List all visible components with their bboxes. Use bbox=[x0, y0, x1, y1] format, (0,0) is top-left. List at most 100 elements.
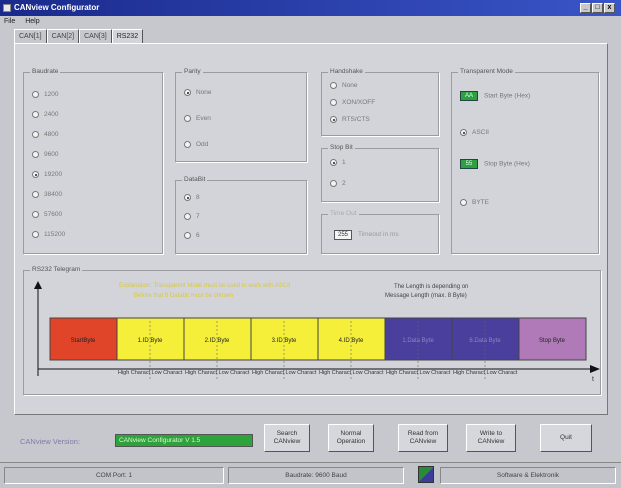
radio-selected-icon bbox=[184, 194, 191, 201]
tab-rs232[interactable]: RS232 bbox=[111, 29, 144, 44]
baud-option-19200[interactable]: 19200 bbox=[32, 171, 62, 178]
write-to-canview-button[interactable]: Write to CANview bbox=[466, 424, 516, 452]
rs232-panel: Baudrate 1200 2400 4800 9600 19200 38400… bbox=[14, 43, 608, 415]
timeout-input[interactable]: 255 bbox=[334, 230, 352, 240]
baud-option-9600[interactable]: 9600 bbox=[32, 151, 58, 158]
radio-icon bbox=[330, 180, 337, 187]
close-button[interactable]: x bbox=[604, 3, 615, 13]
nibble-high-label: High Charact bbox=[319, 370, 352, 376]
read-from-canview-button[interactable]: Read from CANview bbox=[398, 424, 448, 452]
timeout-title: Time Out bbox=[328, 210, 359, 217]
baud-option-4800[interactable]: 4800 bbox=[32, 131, 58, 138]
block-id-byte-3-label: 3.ID Byte bbox=[272, 338, 297, 344]
menu-file[interactable]: File bbox=[4, 18, 15, 25]
nibble-high-label: High Charact bbox=[453, 370, 486, 376]
radio-selected-icon bbox=[32, 171, 39, 178]
status-bar: COM Port: 1 Baudrate: 9600 Baud Software… bbox=[0, 462, 621, 488]
telegram-note-left-2: Before that 8 Databit must be chosen bbox=[134, 293, 233, 299]
maximize-button[interactable]: □ bbox=[592, 3, 603, 13]
stop-byte-label: Stop Byte (Hex) bbox=[484, 160, 530, 168]
radio-icon bbox=[460, 199, 467, 206]
handshake-option-rts-cts[interactable]: RTS/CTS bbox=[330, 116, 370, 123]
block-start-byte-label: StartByte bbox=[71, 338, 96, 344]
stopbit-option-1[interactable]: 1 bbox=[330, 159, 346, 166]
radio-icon bbox=[32, 91, 39, 98]
block-stop-byte-label: Stop Byte bbox=[539, 338, 566, 344]
telegram-note-right-2: Message Length (max. 8 Byte) bbox=[385, 293, 467, 299]
time-axis-label: t bbox=[592, 376, 594, 383]
baud-option-115200[interactable]: 115200 bbox=[32, 231, 65, 238]
radio-icon bbox=[184, 115, 191, 122]
databit-title: DataBit bbox=[182, 176, 208, 183]
nibble-high-label: High Charact bbox=[118, 370, 151, 376]
start-byte-input[interactable]: AA bbox=[460, 91, 478, 101]
block-id-byte-4-label: 4.ID Byte bbox=[339, 338, 364, 344]
nibble-low-label: Low Charact bbox=[487, 370, 518, 376]
block-data-byte-8-label: 8.Data Byte bbox=[469, 338, 501, 344]
window-title: CANview Configurator bbox=[14, 3, 100, 12]
radio-icon bbox=[184, 141, 191, 148]
stop-byte-input[interactable]: 55 bbox=[460, 159, 478, 169]
radio-icon bbox=[184, 213, 191, 220]
parity-option-odd[interactable]: Odd bbox=[184, 141, 208, 148]
y-axis-arrow-icon bbox=[34, 281, 42, 289]
parity-option-none[interactable]: None bbox=[184, 89, 212, 96]
databit-option-7[interactable]: 7 bbox=[184, 213, 200, 220]
radio-icon bbox=[330, 82, 337, 89]
normal-operation-button[interactable]: Normal Operation bbox=[328, 424, 374, 452]
radio-icon bbox=[32, 131, 39, 138]
baud-option-2400[interactable]: 2400 bbox=[32, 111, 58, 118]
baud-option-1200[interactable]: 1200 bbox=[32, 91, 58, 98]
status-baudrate: Baudrate: 9600 Baud bbox=[228, 467, 404, 484]
nibble-low-label: Low Charact bbox=[353, 370, 384, 376]
block-id-byte-1-label: 1.ID Byte bbox=[138, 338, 163, 344]
start-byte-label: Start Byte (Hex) bbox=[484, 92, 531, 100]
start-byte-row: AA Start Byte (Hex) bbox=[460, 91, 530, 101]
databit-option-6[interactable]: 6 bbox=[184, 232, 200, 239]
status-com-port: COM Port: 1 bbox=[4, 467, 224, 484]
radio-icon bbox=[184, 232, 191, 239]
timeout-label: Timeout in ms bbox=[358, 231, 399, 238]
radio-selected-icon bbox=[184, 89, 191, 96]
radio-icon bbox=[32, 111, 39, 118]
stopbit-option-2[interactable]: 2 bbox=[330, 180, 346, 187]
nibble-high-label: High Charact bbox=[252, 370, 285, 376]
telegram-group: RS232 Telegram t Explanation: Transparen… bbox=[23, 266, 601, 395]
tab-can1[interactable]: CAN[1] bbox=[14, 29, 47, 43]
menu-help[interactable]: Help bbox=[25, 18, 39, 25]
stopbit-group: Stop Bit 1 2 bbox=[321, 144, 439, 202]
parity-title: Parity bbox=[182, 68, 203, 75]
parity-group: Parity None Even Odd bbox=[175, 68, 307, 162]
handshake-option-none[interactable]: None bbox=[330, 82, 358, 89]
block-data-byte-1-label: 1.Data Byte bbox=[402, 338, 434, 344]
handshake-option-xon-xoff[interactable]: XON/XOFF bbox=[330, 99, 375, 106]
search-canview-button[interactable]: Search CANview bbox=[264, 424, 310, 452]
tab-can3[interactable]: CAN[3] bbox=[79, 29, 112, 43]
databit-group: DataBit 8 7 6 bbox=[175, 176, 307, 254]
handshake-group: Handshake None XON/XOFF RTS/CTS bbox=[321, 68, 439, 136]
nibble-high-label: High Charact bbox=[185, 370, 218, 376]
radio-selected-icon bbox=[330, 116, 337, 123]
databit-option-8[interactable]: 8 bbox=[184, 194, 200, 201]
company-logo bbox=[418, 466, 434, 483]
radio-selected-icon bbox=[460, 129, 467, 136]
mode-option-ascii[interactable]: ASCII bbox=[460, 129, 489, 136]
nibble-high-label: High Charact bbox=[386, 370, 419, 376]
baud-option-57600[interactable]: 57600 bbox=[32, 211, 62, 218]
telegram-diagram: t Explanation: Transparent Mode must be … bbox=[34, 281, 600, 383]
parity-option-even[interactable]: Even bbox=[184, 115, 211, 122]
menu-bar: File Help bbox=[0, 16, 621, 28]
transparent-mode-group: Transparent Mode AA Start Byte (Hex) ASCI… bbox=[451, 68, 599, 254]
stop-byte-row: 55 Stop Byte (Hex) bbox=[460, 159, 530, 169]
mode-option-byte[interactable]: BYTE bbox=[460, 199, 489, 206]
tab-can2[interactable]: CAN[2] bbox=[46, 29, 80, 43]
quit-button[interactable]: Quit bbox=[540, 424, 592, 452]
baud-option-38400[interactable]: 38400 bbox=[32, 191, 62, 198]
timeout-group: Time Out 255 Timeout in ms bbox=[321, 210, 439, 254]
radio-icon bbox=[32, 211, 39, 218]
telegram-note-right-1: The Length is depending on bbox=[394, 284, 468, 290]
nibble-low-label: Low Charact bbox=[219, 370, 250, 376]
minimize-button[interactable]: _ bbox=[580, 3, 591, 13]
time-axis-arrow-icon bbox=[590, 365, 600, 373]
handshake-title: Handshake bbox=[328, 68, 365, 75]
